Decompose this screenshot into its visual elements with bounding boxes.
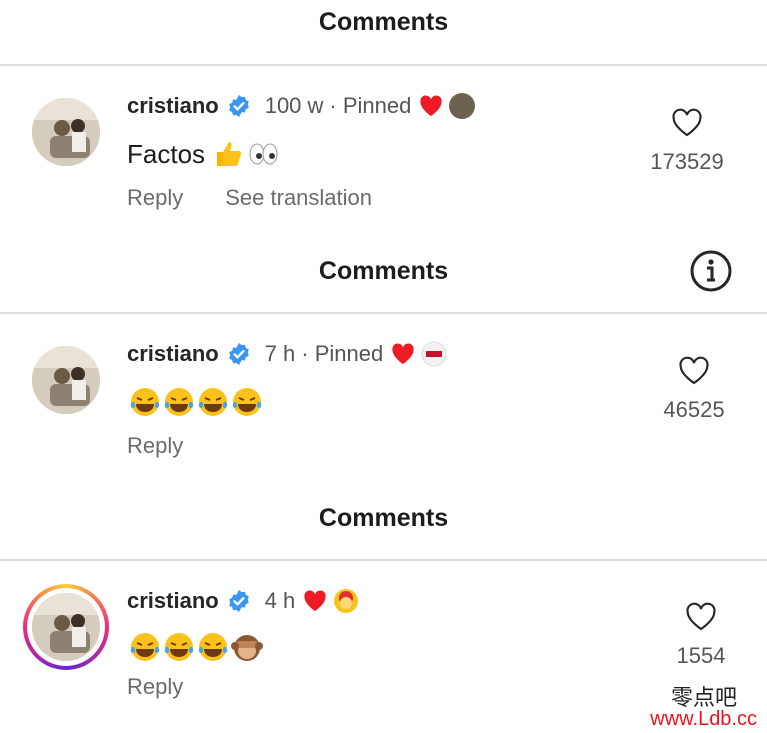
comment-actions: Reply [127,433,183,459]
avatar[interactable] [32,593,100,661]
watermark-url: www.Ldb.cc [650,708,757,730]
like-count: 173529 [650,149,724,174]
comment-body: Factos [127,138,206,169]
verified-badge-icon [228,95,249,117]
creator-avatar [449,93,476,119]
see-translation-button[interactable]: See translation [225,185,372,211]
tears-of-joy-emoji [164,388,194,416]
comment-meta: cristiano 7 h · Pinned [127,341,447,367]
red-heart-icon [304,590,326,611]
tears-of-joy-emoji [164,633,194,661]
reply-button[interactable]: Reply [127,185,183,211]
reply-button[interactable]: Reply [127,674,183,700]
thumbs-up-emoji [217,142,242,166]
username[interactable]: cristiano [127,341,219,367]
divider [0,312,767,314]
username[interactable]: cristiano [127,588,219,614]
creator-avatar [421,341,447,367]
tears-of-joy-emoji [198,633,228,661]
like-heart-icon[interactable] [671,108,703,138]
comment-time: 4 h [264,588,296,613]
like-count: 46525 [663,397,725,422]
eyes-emoji [249,143,278,165]
username[interactable]: cristiano [127,93,219,119]
like-heart-icon[interactable] [678,356,710,386]
divider [0,559,767,561]
comment-text [127,386,263,418]
comment-meta: cristiano 100 w · Pinned [127,93,476,119]
comment-text [127,631,263,663]
creator-avatar [334,589,359,613]
verified-badge-icon [228,343,249,365]
see-no-evil-monkey-emoji [231,635,263,661]
comment-actions: Reply See translation [127,185,372,211]
comment-meta: cristiano 4 h [127,588,359,614]
story-ring[interactable] [23,584,109,670]
comment-time: 7 h [264,341,296,366]
reply-button[interactable]: Reply [127,433,183,459]
avatar[interactable] [32,98,100,166]
tears-of-joy-emoji [198,388,228,416]
like-block: 1554 [651,602,751,669]
comments-header: Comments [318,504,449,532]
tears-of-joy-emoji [232,388,262,416]
like-count: 1554 [676,643,726,668]
comment-time: 100 w [264,93,324,118]
verified-badge-icon [228,590,249,612]
avatar[interactable] [32,346,100,414]
info-icon[interactable] [689,249,733,293]
like-block: 46525 [644,356,744,423]
red-heart-icon [420,95,443,116]
divider [0,64,767,66]
like-block: 173529 [637,108,737,175]
red-heart-icon [392,343,414,364]
comments-header: Comments [318,257,449,285]
tears-of-joy-emoji [130,633,160,661]
pinned-label: · Pinned [329,93,412,118]
like-heart-icon[interactable] [685,602,717,632]
pinned-label: · Pinned [301,341,384,366]
tears-of-joy-emoji [130,388,160,416]
comment-actions: Reply [127,674,183,700]
comment-text: Factos [127,138,279,170]
comments-header: Comments [318,8,449,36]
